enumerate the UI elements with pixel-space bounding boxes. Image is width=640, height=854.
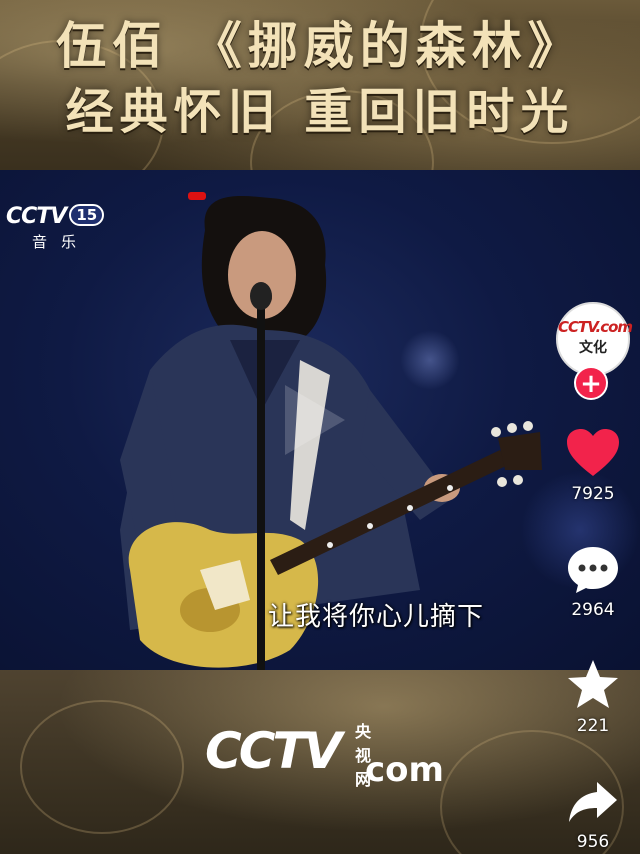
video-player[interactable]: CCTV 15 音乐 让我将你心儿摘下 xyxy=(0,170,640,670)
favorite-count: 221 xyxy=(576,716,610,736)
bottom-swirl-decoration xyxy=(20,700,184,834)
watermark-com: com xyxy=(365,750,444,790)
watermark-logo: CCTV xyxy=(205,722,342,780)
microphone xyxy=(250,282,272,310)
avatar-label: 文化 xyxy=(579,340,607,356)
avatar-logo-text: CCTV.com xyxy=(558,318,633,336)
comment-icon xyxy=(568,547,618,593)
heart-icon xyxy=(567,429,619,476)
performer-illustration xyxy=(120,196,542,670)
like-count: 7925 xyxy=(571,484,615,504)
follow-button[interactable]: + xyxy=(574,366,608,400)
star-icon xyxy=(568,660,618,708)
favorite-button[interactable]: 221 xyxy=(556,658,630,736)
comment-count: 2964 xyxy=(571,600,615,620)
channel-avatar[interactable]: CCTV.com 文化 xyxy=(556,302,633,376)
banner-title-line2: 经典怀旧 重回旧时光 xyxy=(65,84,575,140)
banner-title-line1: 伍佰 《挪威的森林》 xyxy=(56,16,584,75)
plus-icon: + xyxy=(580,369,602,399)
like-button[interactable]: 7925 xyxy=(556,428,630,504)
comment-button[interactable]: 2964 xyxy=(556,544,630,620)
title-banner: 伍佰 《挪威的森林》 经典怀旧 重回旧时光 xyxy=(0,0,640,170)
cctv-com-watermark: CCTV 央视网 com xyxy=(205,722,444,790)
share-count: 956 xyxy=(576,832,610,852)
lyrics-subtitle: 让我将你心儿摘下 xyxy=(268,602,485,632)
mic-stand xyxy=(257,300,265,670)
share-button[interactable]: 956 xyxy=(556,778,630,852)
bottom-watermark-area: CCTV 央视网 com xyxy=(0,670,640,854)
share-icon xyxy=(569,782,617,822)
